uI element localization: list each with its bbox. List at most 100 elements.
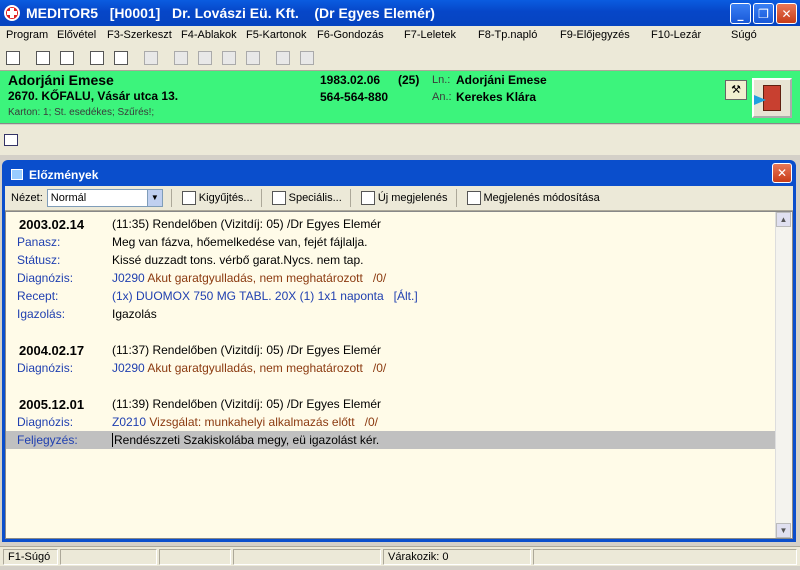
- history-window-titlebar: Előzmények: [5, 163, 793, 186]
- special-button[interactable]: Speciális...: [271, 191, 342, 205]
- toolbar-search-button[interactable]: [32, 47, 54, 69]
- special-icon: [271, 191, 286, 205]
- menu-tpnaplo[interactable]: F8-Tp.napló: [478, 29, 537, 41]
- vertical-scrollbar[interactable]: ▲ ▼: [775, 212, 792, 538]
- main-toolbar: [0, 45, 800, 71]
- window-icon: [11, 169, 23, 180]
- history-close-button[interactable]: ✕: [772, 163, 792, 183]
- entry-row[interactable]: Panasz: Meg van fázva, hőemelkedése van,…: [6, 233, 776, 251]
- print-preview-icon: [300, 50, 314, 65]
- close-button[interactable]: ✕: [776, 3, 797, 24]
- exit-button[interactable]: [752, 78, 792, 118]
- diagnosis-text: Akut garatgyulladás, nem meghatározott: [147, 271, 363, 285]
- menu-leletek[interactable]: F7-Leletek: [404, 29, 456, 41]
- toolbar-edit-button[interactable]: [110, 47, 132, 69]
- collect-icon: [181, 191, 196, 205]
- ln-label: Ln.:: [432, 74, 451, 86]
- entry-row[interactable]: Diagnózis: Z0210 Vizsgálat: munkahelyi a…: [6, 413, 776, 431]
- entry-row[interactable]: Státusz: Kissé duzzadt tons. vérbő garat…: [6, 251, 776, 269]
- entry-date: 2003.02.14: [19, 217, 85, 232]
- toolbar-print-button[interactable]: [272, 47, 294, 69]
- entry-header: (11:37) Rendelőben (Vizitdíj: 05) /Dr Eg…: [112, 343, 382, 357]
- prescription-value: (1x) DUOMOX 750 MG TABL. 20X (1) 1x1 nap…: [112, 289, 418, 303]
- exit-door-icon: [754, 85, 781, 111]
- patient-name: Adorjáni Emese: [8, 72, 114, 88]
- toolbar-copy-doc-button[interactable]: [56, 47, 78, 69]
- entry-row[interactable]: Diagnózis: J0290 Akut garatgyulladás, ne…: [6, 359, 776, 377]
- printer-icon: [276, 50, 290, 65]
- status-bar: F1-Súgó Várakozik: 0: [0, 546, 800, 566]
- window-title: MEDITOR5 [H0001] Dr. Lovászi Eü. Kft. (D…: [26, 5, 435, 21]
- diagnosis-flag: /0/: [372, 271, 387, 285]
- diagnosis-flag: /0/: [364, 415, 378, 429]
- diagnosis-text: Vizsgálat: munkahelyi alkalmazás előtt: [149, 415, 355, 429]
- status-cell: [60, 549, 157, 565]
- view-select[interactable]: Normál ▼: [46, 189, 163, 207]
- history-list[interactable]: 2003.02.14 (11:35) Rendelőben (Vizitdíj:…: [5, 211, 793, 539]
- entry-header-row[interactable]: 2003.02.14 (11:35) Rendelőben (Vizitdíj:…: [6, 215, 776, 233]
- toolbar-cut-button[interactable]: [170, 47, 192, 69]
- maximize-button[interactable]: ❐: [753, 3, 774, 24]
- note-value[interactable]: Rendészzeti Szakiskolába megy, eü igazol…: [112, 433, 379, 447]
- status-waiting: Várakozik: 0: [383, 549, 531, 565]
- toolbar-new-button[interactable]: [86, 47, 108, 69]
- document-search-icon: [36, 50, 50, 65]
- field-label: Panasz:: [17, 235, 61, 249]
- entry-header-row[interactable]: 2005.12.01 (11:39) Rendelőben (Vizitdíj:…: [6, 395, 776, 413]
- toolbar-undo-button[interactable]: [242, 47, 264, 69]
- menu-lezar[interactable]: F10-Lezár: [651, 29, 701, 41]
- window-list-icon[interactable]: [4, 134, 18, 146]
- entry-header: (11:39) Rendelőben (Vizitdíj: 05) /Dr Eg…: [112, 397, 382, 411]
- menu-szerkeszt[interactable]: F3-Szerkeszt: [107, 29, 172, 41]
- an-value: Kerekes Klára: [456, 90, 537, 104]
- toolbar-copy-button[interactable]: [194, 47, 216, 69]
- history-window-title: Előzmények: [29, 167, 99, 182]
- diagnosis-value: Z0210 Vizsgálat: munkahelyi alkalmazás e…: [112, 415, 378, 429]
- entry-header-row[interactable]: 2004.02.17 (11:37) Rendelőben (Vizitdíj:…: [6, 341, 776, 359]
- menu-sugo[interactable]: Súgó: [731, 29, 757, 41]
- check-icon: [144, 50, 158, 65]
- chevron-down-icon[interactable]: ▼: [146, 190, 162, 206]
- diagnosis-value: J0290 Akut garatgyulladás, nem meghatáro…: [112, 271, 386, 285]
- menu-gondozas[interactable]: F6-Gondozás: [317, 29, 384, 41]
- selected-entry-row[interactable]: Feljegyzés: Rendészzeti Szakiskolába meg…: [6, 431, 776, 449]
- patient-tools-button[interactable]: ⚒: [725, 80, 747, 100]
- history-toolbar: Nézet: Normál ▼ Kigyűjtés... Speciális..…: [5, 186, 793, 211]
- status-cell: [533, 549, 797, 565]
- minimize-button[interactable]: _: [730, 3, 751, 24]
- field-label: Diagnózis:: [17, 415, 74, 429]
- toolbar-preview-button[interactable]: [296, 47, 318, 69]
- documents-icon: [60, 50, 74, 65]
- toolbar-paste-button[interactable]: [218, 47, 240, 69]
- field-label: Recept:: [17, 289, 59, 303]
- menu-ablakok[interactable]: F4-Ablakok: [181, 29, 237, 41]
- modify-appearance-label: Megjelenés módosítása: [483, 192, 600, 204]
- menu-kartonok[interactable]: F5-Kartonok: [246, 29, 307, 41]
- entry-row[interactable]: Recept: (1x) DUOMOX 750 MG TABL. 20X (1)…: [6, 287, 776, 305]
- undo-icon: [246, 50, 260, 65]
- menu-elojegyzes[interactable]: F9-Előjegyzés: [560, 29, 630, 41]
- menu-program[interactable]: Program: [6, 29, 48, 41]
- scroll-up-icon[interactable]: ▲: [776, 212, 791, 227]
- patient-age: (25): [398, 73, 420, 87]
- toolbar-patients-button[interactable]: [2, 47, 24, 69]
- modify-appearance-button[interactable]: Megjelenés módosítása: [466, 191, 600, 205]
- entry-row[interactable]: Igazolás: Igazolás: [6, 305, 776, 323]
- field-label: Feljegyzés:: [17, 433, 78, 447]
- collect-button[interactable]: Kigyűjtés...: [181, 191, 253, 205]
- status-help: F1-Súgó: [3, 549, 58, 565]
- toolbar-checkmark-button[interactable]: [140, 47, 162, 69]
- an-label: An.:: [432, 91, 452, 103]
- patient-birthdate: 1983.02.06: [320, 73, 381, 87]
- field-label: Diagnózis:: [17, 271, 74, 285]
- field-label: Diagnózis:: [17, 361, 74, 375]
- menu-elovetel[interactable]: Elővétel: [57, 29, 96, 41]
- new-appearance-button[interactable]: Új megjelenés: [360, 191, 448, 205]
- entry-row[interactable]: Diagnózis: J0290 Akut garatgyulladás, ne…: [6, 269, 776, 287]
- field-value: Igazolás: [112, 307, 157, 321]
- cut-icon: [174, 50, 188, 65]
- diagnosis-code: Z0210: [112, 415, 147, 429]
- scroll-down-icon[interactable]: ▼: [776, 523, 791, 538]
- view-label: Nézet:: [11, 192, 43, 204]
- field-label: Státusz:: [17, 253, 61, 267]
